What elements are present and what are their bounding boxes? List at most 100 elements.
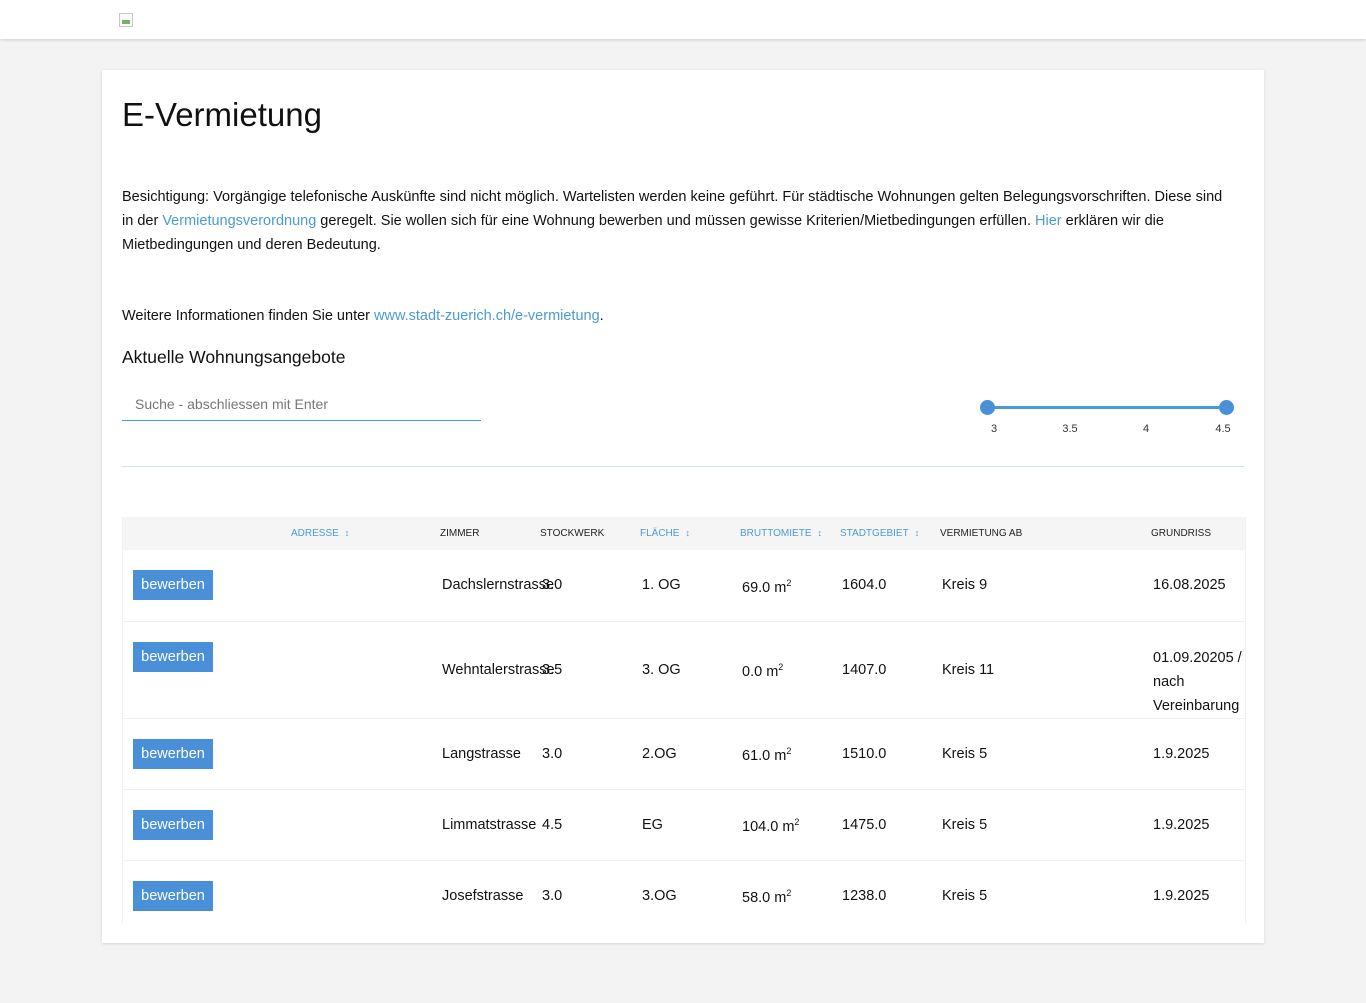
main-card: E-Vermietung Besichtigung: Vorgängige te… xyxy=(102,70,1264,943)
cell-vermietung-ab: 1.9.2025 xyxy=(1153,887,1210,904)
cell-stadtgebiet: Kreis 9 xyxy=(942,577,988,594)
cell-bruttomiete: 1604.0 xyxy=(842,577,887,594)
info-suffix: . xyxy=(599,308,604,324)
top-bar xyxy=(0,0,1366,39)
bewerben-button[interactable]: bewerben xyxy=(133,641,213,672)
slider-min-handle[interactable] xyxy=(980,400,995,415)
offers-heading: Aktuelle Wohnungsangebote xyxy=(122,347,346,367)
cell-flaeche: 61.0 m2 xyxy=(740,718,840,789)
cell-adresse: Wehntalerstrasse xyxy=(442,661,555,678)
action-cell: bewerben xyxy=(123,789,291,860)
cell-flaeche: 58.0 m2 xyxy=(740,860,840,923)
area-unit: m xyxy=(774,579,787,596)
area-value: 61.0 xyxy=(742,747,771,764)
listings-table: Adresse ↕ Zimmer Stockwerk Fläche ↕ Brutto… xyxy=(123,517,1245,923)
area-exponent: 2 xyxy=(786,746,792,757)
cell-vermietung-ab: 1.9.2025 xyxy=(1153,745,1210,762)
area-exponent: 2 xyxy=(786,888,792,899)
action-cell: bewerben xyxy=(123,621,291,718)
search-input[interactable] xyxy=(122,388,481,421)
area-unit: m xyxy=(774,747,787,764)
table-row: bewerben Josefstrasse 3.0 3.OG 58.0 m2 1… xyxy=(123,860,1245,923)
header-stockwerk-label: Stockwerk xyxy=(540,528,605,539)
bewerben-button[interactable]: bewerben xyxy=(133,738,213,769)
header-adresse[interactable]: Adresse ↕ xyxy=(291,517,440,550)
cell-vermietung-ab: 01.09.20205 / nach Vereinbarung xyxy=(1153,649,1242,714)
header-stadtgebiet-label: Stadtgebiet xyxy=(840,528,909,539)
page-title: E-Vermietung xyxy=(122,96,322,133)
header-grundriss-label: Grundriss xyxy=(1151,528,1212,539)
bewerben-button[interactable]: bewerben xyxy=(133,809,213,840)
listings-table-container[interactable]: Adresse ↕ Zimmer Stockwerk Fläche ↕ Brutto… xyxy=(122,517,1246,923)
cell-bruttomiete: 1475.0 xyxy=(842,816,887,833)
logo-broken-image-icon[interactable] xyxy=(119,13,133,27)
cell-vermietung-ab: 16.08.2025 xyxy=(1153,577,1226,594)
header-zimmer: Zimmer xyxy=(440,517,540,550)
header-zimmer-label: Zimmer xyxy=(440,528,480,539)
cell-stockwerk: 3.OG xyxy=(642,887,677,904)
info-prefix: Weitere Informationen finden Sie unter xyxy=(122,308,375,324)
cell-zimmer: 3.0 xyxy=(542,577,563,594)
cell-flaeche: 0.0 m2 xyxy=(740,621,840,718)
sort-icon: ↕ xyxy=(344,528,350,538)
header-stadtgebiet[interactable]: Stadtgebiet ↕ xyxy=(840,517,940,550)
bewerben-button[interactable]: bewerben xyxy=(133,880,213,911)
cell-flaeche: 104.0 m2 xyxy=(740,789,840,860)
area-value: 104.0 xyxy=(742,818,779,835)
header-bruttomiete-label: Bruttomiete xyxy=(740,528,812,539)
table-row: bewerben Dachslernstrasse 3.0 1. OG 69.0… xyxy=(123,550,1245,621)
area-unit: m xyxy=(774,889,787,906)
area-value: 58.0 xyxy=(742,889,771,906)
e-vermietung-link[interactable]: www.stadt-zuerich.ch/e-vermietung xyxy=(374,308,600,324)
area-value: 69.0 xyxy=(742,579,771,596)
header-vermietung-ab: Vermietung ab xyxy=(940,517,1151,550)
slider-tick-label: 3.5 xyxy=(1062,423,1078,435)
mietbedingungen-link[interactable]: Hier xyxy=(1035,213,1062,229)
cell-stadtgebiet: Kreis 5 xyxy=(942,745,988,762)
slider-tick-label: 3 xyxy=(990,423,998,435)
cell-stadtgebiet: Kreis 5 xyxy=(942,887,988,904)
cell-zimmer: 3.0 xyxy=(542,887,563,904)
cell-adresse: Limmatstrasse xyxy=(442,816,537,833)
area-unit: m xyxy=(766,663,779,680)
header-stockwerk: Stockwerk xyxy=(540,517,640,550)
intro-text: Besichtigung: Vorgängige telefonische Au… xyxy=(122,185,1237,257)
header-adresse-label: Adresse xyxy=(291,528,339,539)
sort-icon: ↕ xyxy=(817,528,822,538)
area-exponent: 2 xyxy=(786,577,792,588)
header-action xyxy=(123,517,291,550)
cell-stadtgebiet: Kreis 5 xyxy=(942,816,988,833)
table-header-row: Adresse ↕ Zimmer Stockwerk Fläche ↕ Brutto… xyxy=(123,517,1245,550)
cell-bruttomiete: 1407.0 xyxy=(842,661,887,678)
vermietungsverordnung-link[interactable]: Vermietungsverordnung xyxy=(162,213,316,229)
action-cell: bewerben xyxy=(123,718,291,789)
slider-tick-label: 4 xyxy=(1142,423,1150,435)
header-grundriss: Grundriss xyxy=(1151,517,1245,550)
info-text: Weitere Informationen finden Sie unter w… xyxy=(122,304,1237,328)
slider-track[interactable] xyxy=(987,406,1227,409)
cell-zimmer: 3.0 xyxy=(542,745,563,762)
section-divider xyxy=(122,466,1244,467)
header-vermietung-ab-label: Vermietung ab xyxy=(940,528,1023,539)
area-exponent: 2 xyxy=(794,817,800,828)
cell-vermietung-ab: 1.9.2025 xyxy=(1153,816,1210,833)
header-flaeche[interactable]: Fläche ↕ xyxy=(640,517,740,550)
bewerben-button[interactable]: bewerben xyxy=(133,570,213,600)
action-cell: bewerben xyxy=(123,550,291,621)
header-bruttomiete[interactable]: Bruttomiete ↕ xyxy=(740,517,840,550)
cell-adresse: Josefstrasse xyxy=(442,887,524,904)
area-unit: m xyxy=(782,818,795,835)
slider-max-handle[interactable] xyxy=(1219,400,1234,415)
sort-icon: ↕ xyxy=(685,528,690,538)
intro-text-part2: geregelt. Sie wollen sich für eine Wohnu… xyxy=(316,213,1036,229)
table-row: bewerben Langstrasse 3.0 2.OG 61.0 m2 15… xyxy=(123,718,1245,789)
cell-stockwerk: 1. OG xyxy=(642,577,681,594)
cell-adresse: Dachslernstrasse xyxy=(442,577,555,594)
cell-zimmer: 3.5 xyxy=(542,661,563,678)
cell-adresse: Langstrasse xyxy=(442,745,521,762)
table-row: bewerben Wehntalerstrasse 3.5 3. OG 0.0 … xyxy=(123,621,1245,718)
cell-flaeche: 69.0 m2 xyxy=(740,550,840,621)
cell-stadtgebiet: Kreis 11 xyxy=(942,661,995,678)
rooms-range-slider[interactable]: 3 3.5 4 4.5 xyxy=(980,398,1234,438)
slider-tick-label: 4.5 xyxy=(1215,423,1231,435)
